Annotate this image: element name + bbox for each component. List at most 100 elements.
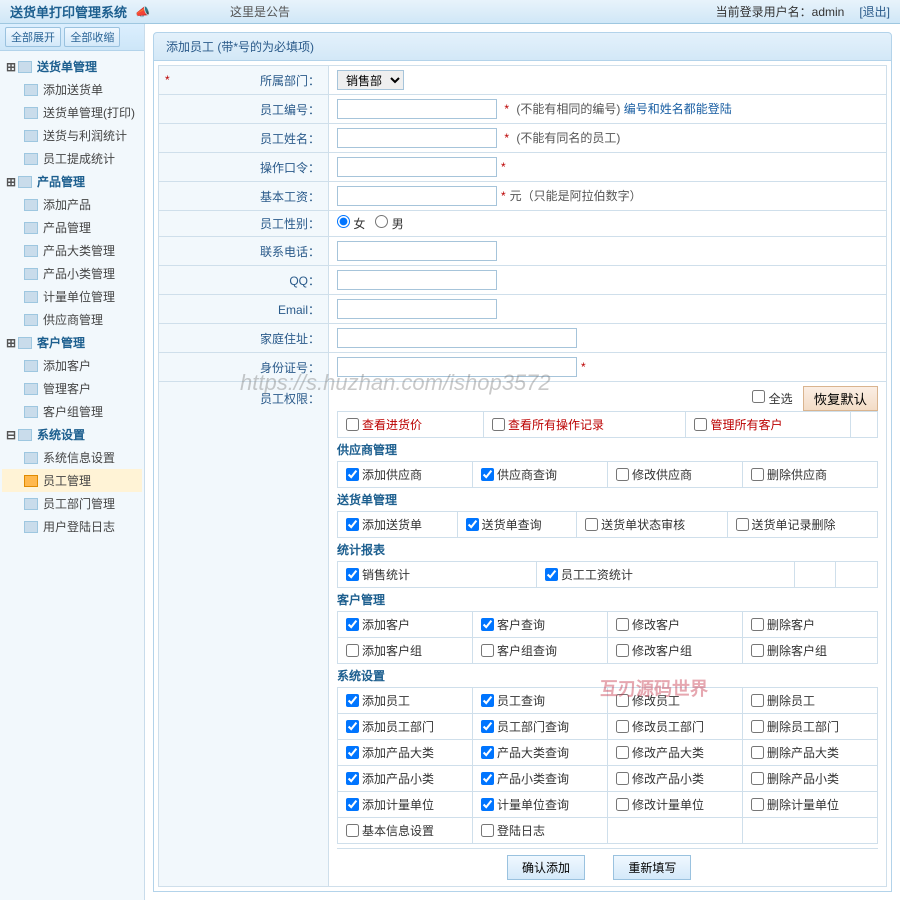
- select-all-checkbox[interactable]: 全选: [752, 390, 792, 407]
- emp-name-input[interactable]: [337, 128, 497, 148]
- perm-checkbox[interactable]: 送货单记录删除: [736, 516, 869, 533]
- current-user: 当前登录用户名：admin: [716, 3, 845, 20]
- collapse-all-button[interactable]: 全部收缩: [64, 27, 120, 47]
- perm-checkbox[interactable]: 送货单状态审核: [585, 516, 718, 533]
- nav-item[interactable]: 管理客户: [2, 377, 142, 400]
- page-icon: [24, 521, 38, 533]
- nav-group[interactable]: ⊞客户管理: [2, 331, 142, 354]
- nav-item[interactable]: 供应商管理: [2, 308, 142, 331]
- folder-icon: [18, 61, 32, 73]
- nav-item[interactable]: 产品管理: [2, 216, 142, 239]
- perm-checkbox[interactable]: 删除员工: [751, 692, 869, 709]
- perm-checkbox[interactable]: 修改产品小类: [616, 770, 734, 787]
- perm-checkbox[interactable]: 员工部门查询: [481, 718, 599, 735]
- perm-checkbox[interactable]: 修改供应商: [616, 466, 734, 483]
- logout-link[interactable]: [退出]: [859, 3, 890, 20]
- perm-checkbox[interactable]: 添加供应商: [346, 466, 464, 483]
- nav-item[interactable]: 计量单位管理: [2, 285, 142, 308]
- expand-all-button[interactable]: 全部展开: [5, 27, 61, 47]
- nav-item[interactable]: 产品小类管理: [2, 262, 142, 285]
- perm-checkbox[interactable]: 删除客户: [751, 616, 869, 633]
- dept-select[interactable]: 销售部: [337, 70, 404, 90]
- salary-input[interactable]: [337, 186, 497, 206]
- perm-checkbox[interactable]: 修改客户组: [616, 642, 734, 659]
- perm-checkbox[interactable]: 产品大类查询: [481, 744, 599, 761]
- perm-checkbox[interactable]: 客户查询: [481, 616, 599, 633]
- phone-input[interactable]: [337, 241, 497, 261]
- perm-checkbox[interactable]: 查看进货价: [346, 416, 475, 433]
- perm-checkbox[interactable]: 删除客户组: [751, 642, 869, 659]
- password-input[interactable]: [337, 157, 497, 177]
- gender-female[interactable]: 女: [337, 217, 365, 231]
- perm-checkbox[interactable]: 产品小类查询: [481, 770, 599, 787]
- reset-button[interactable]: 重新填写: [613, 855, 691, 880]
- perm-checkbox[interactable]: 管理所有客户: [694, 416, 842, 433]
- perm-checkbox[interactable]: 删除计量单位: [751, 796, 869, 813]
- perm-checkbox[interactable]: 删除产品小类: [751, 770, 869, 787]
- perm-checkbox[interactable]: 修改员工: [616, 692, 734, 709]
- restore-default-button[interactable]: 恢复默认: [803, 386, 878, 411]
- notice-text: 这里是公告: [230, 3, 290, 20]
- perm-checkbox[interactable]: 修改计量单位: [616, 796, 734, 813]
- perm-checkbox[interactable]: 基本信息设置: [346, 822, 464, 839]
- perm-checkbox[interactable]: 删除供应商: [751, 466, 869, 483]
- perm-section-title: 供应商管理: [337, 441, 878, 458]
- page-icon: [24, 130, 38, 142]
- perm-checkbox[interactable]: 添加计量单位: [346, 796, 464, 813]
- nav-item[interactable]: 添加送货单: [2, 78, 142, 101]
- email-input[interactable]: [337, 299, 497, 319]
- perm-checkbox[interactable]: 供应商查询: [481, 466, 599, 483]
- perm-checkbox[interactable]: 删除产品大类: [751, 744, 869, 761]
- gender-male[interactable]: 男: [375, 217, 403, 231]
- nav-item[interactable]: 送货与利润统计: [2, 124, 142, 147]
- idcard-input[interactable]: [337, 357, 577, 377]
- nav-item[interactable]: 员工管理: [2, 469, 142, 492]
- perm-checkbox[interactable]: 修改产品大类: [616, 744, 734, 761]
- perm-checkbox[interactable]: 添加员工部门: [346, 718, 464, 735]
- nav-item[interactable]: 员工提成统计: [2, 147, 142, 170]
- perm-checkbox[interactable]: 计量单位查询: [481, 796, 599, 813]
- nav-item[interactable]: 添加客户: [2, 354, 142, 377]
- employee-form: *所属部门： 销售部 员工编号： * (不能有相同的编号) 编号和姓名都能登陆 …: [158, 65, 887, 887]
- perm-section-title: 统计报表: [337, 541, 878, 558]
- nav-item[interactable]: 员工部门管理: [2, 492, 142, 515]
- perm-checkbox[interactable]: 送货单查询: [466, 516, 569, 533]
- perm-checkbox[interactable]: 销售统计: [346, 566, 528, 583]
- perm-checkbox[interactable]: 查看所有操作记录: [492, 416, 677, 433]
- nav-item[interactable]: 产品大类管理: [2, 239, 142, 262]
- perm-checkbox[interactable]: 员工查询: [481, 692, 599, 709]
- perm-checkbox[interactable]: 删除员工部门: [751, 718, 869, 735]
- nav-item[interactable]: 送货单管理(打印): [2, 101, 142, 124]
- perm-checkbox[interactable]: 添加客户组: [346, 642, 464, 659]
- hint-emp-no: (不能有相同的编号) 编号和姓名都能登陆: [516, 102, 731, 116]
- perm-checkbox[interactable]: 登陆日志: [481, 822, 599, 839]
- perm-checkbox[interactable]: 添加产品大类: [346, 744, 464, 761]
- page-icon: [24, 291, 38, 303]
- address-input[interactable]: [337, 328, 577, 348]
- label-password: 操作口令：: [159, 153, 329, 182]
- nav-item[interactable]: 系统信息设置: [2, 446, 142, 469]
- nav-group[interactable]: ⊟系统设置: [2, 423, 142, 446]
- folder-icon: [18, 176, 32, 188]
- folder-icon: [18, 337, 32, 349]
- perm-checkbox[interactable]: 员工工资统计: [545, 566, 786, 583]
- nav-item[interactable]: 添加产品: [2, 193, 142, 216]
- perm-checkbox[interactable]: 修改员工部门: [616, 718, 734, 735]
- perm-checkbox[interactable]: 添加客户: [346, 616, 464, 633]
- nav-group[interactable]: ⊞产品管理: [2, 170, 142, 193]
- label-gender: 员工性别：: [159, 211, 329, 237]
- perm-checkbox[interactable]: 添加送货单: [346, 516, 449, 533]
- submit-button[interactable]: 确认添加: [507, 855, 585, 880]
- app-title: 送货单打印管理系统: [10, 2, 127, 21]
- perm-checkbox[interactable]: 添加员工: [346, 692, 464, 709]
- page-icon: [24, 84, 38, 96]
- nav-item[interactable]: 客户组管理: [2, 400, 142, 423]
- nav-item[interactable]: 用户登陆日志: [2, 515, 142, 538]
- perm-checkbox[interactable]: 客户组查询: [481, 642, 599, 659]
- horn-icon: 📣: [135, 5, 150, 19]
- qq-input[interactable]: [337, 270, 497, 290]
- perm-checkbox[interactable]: 修改客户: [616, 616, 734, 633]
- emp-no-input[interactable]: [337, 99, 497, 119]
- nav-group[interactable]: ⊞送货单管理: [2, 55, 142, 78]
- perm-checkbox[interactable]: 添加产品小类: [346, 770, 464, 787]
